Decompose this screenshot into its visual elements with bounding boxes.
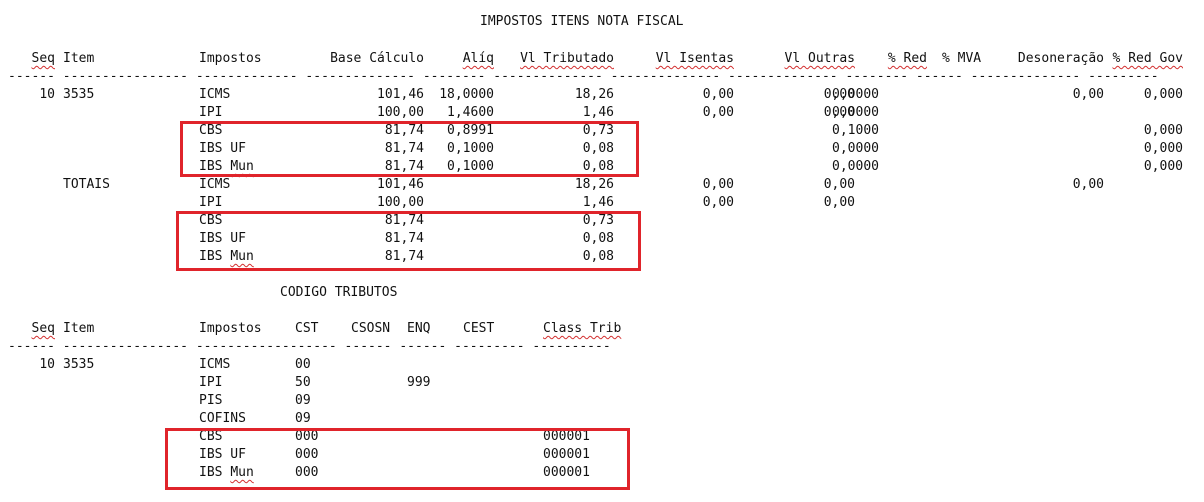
codigo-separator: ------ ---------------- ----------------… xyxy=(8,339,611,354)
header-mva: % MVA xyxy=(942,51,982,66)
cell-red: 0,0000 xyxy=(832,105,879,120)
header-base-calculo: Base Cálculo xyxy=(330,51,424,66)
cell-red-gov: 0,000 xyxy=(1143,123,1183,138)
codigo-cell-cst: 09 xyxy=(295,411,311,426)
cell-item: TOTAIS xyxy=(63,177,110,192)
cell-red: 0,1000 xyxy=(832,123,879,138)
cell-vl-isentas: 0,00 xyxy=(702,87,734,102)
codigo-header-enq: ENQ xyxy=(407,321,431,336)
cell-vl-outras: 0,00 xyxy=(823,177,855,192)
report-separator: ------ ---------------- ------------- --… xyxy=(8,69,1159,84)
codigo-cell-imposto: COFINS xyxy=(199,411,246,426)
codigo-cell-cst: 00 xyxy=(295,357,311,372)
cell-aliq: 1,4600 xyxy=(447,105,494,120)
cell-red: 0,0000 xyxy=(832,159,879,174)
cell-base-calculo: 100,00 xyxy=(377,105,424,120)
cell-item: 3535 xyxy=(63,87,95,102)
cell-vl-tributado: 1,46 xyxy=(582,105,614,120)
cell-red-gov: 0,000 xyxy=(1143,141,1183,156)
cell-vl-isentas: 0,00 xyxy=(702,195,734,210)
cell-red-gov: 0,000 xyxy=(1143,159,1183,174)
cell-vl-outras: 0,00 xyxy=(823,195,855,210)
cell-desoneracao: 0,00 xyxy=(1072,87,1104,102)
cell-desoneracao: 0,00 xyxy=(1072,177,1104,192)
cell-red: 0,0000 xyxy=(832,87,879,102)
cell-aliq: 18,0000 xyxy=(439,87,494,102)
cell-base-calculo: 101,46 xyxy=(377,177,424,192)
header-aliq: Alíq xyxy=(462,51,494,66)
codigo-cell-imposto: ICMS xyxy=(199,357,231,372)
report-title: IMPOSTOS ITENS NOTA FISCAL xyxy=(480,14,684,29)
codigo-cell-cst: 09 xyxy=(295,393,311,408)
codigo-cell-enq: 999 xyxy=(407,375,431,390)
highlight-box xyxy=(165,428,630,490)
codigo-header-class-trib: Class Trib xyxy=(543,321,622,336)
codigo-header-seq: Seq xyxy=(31,321,55,336)
header-item: Item xyxy=(63,51,95,66)
header-vl-isentas: Vl Isentas xyxy=(655,51,734,66)
header-vl-tributado: Vl Tributado xyxy=(520,51,614,66)
header-impostos: Impostos xyxy=(199,51,262,66)
codigo-cell-item: 3535 xyxy=(63,357,95,372)
cell-vl-tributado: 1,46 xyxy=(582,195,614,210)
cell-seq: 10 xyxy=(39,87,55,102)
cell-imposto: ICMS xyxy=(199,177,231,192)
cell-base-calculo: 100,00 xyxy=(377,195,424,210)
codigo-header-cst: CST xyxy=(295,321,319,336)
header-red: % Red xyxy=(887,51,927,66)
cell-vl-isentas: 0,00 xyxy=(702,177,734,192)
header-vl-outras: Vl Outras xyxy=(784,51,855,66)
codigo-cell-seq: 10 xyxy=(39,357,55,372)
header-desoneracao: Desoneração xyxy=(1017,51,1104,66)
cell-imposto: ICMS xyxy=(199,87,231,102)
cell-vl-tributado: 18,26 xyxy=(574,177,614,192)
codigo-header-item: Item xyxy=(63,321,95,336)
codigo-cell-imposto: IPI xyxy=(199,375,223,390)
codigo-cell-cst: 50 xyxy=(295,375,311,390)
cell-red: 0,0000 xyxy=(832,141,879,156)
cell-red-gov: 0,000 xyxy=(1143,87,1183,102)
highlight-box xyxy=(176,211,641,271)
codigo-cell-imposto: PIS xyxy=(199,393,223,408)
codigo-title: CODIGO TRIBUTOS xyxy=(280,285,398,300)
cell-imposto: IPI xyxy=(199,105,223,120)
codigo-header-csosn: CSOSN xyxy=(351,321,391,336)
cell-vl-isentas: 0,00 xyxy=(702,105,734,120)
cell-base-calculo: 101,46 xyxy=(377,87,424,102)
codigo-header-cest: CEST xyxy=(463,321,495,336)
codigo-header-impostos: Impostos xyxy=(199,321,262,336)
header-red-gov: % Red Gov xyxy=(1112,51,1183,66)
cell-imposto: IPI xyxy=(199,195,223,210)
cell-vl-tributado: 18,26 xyxy=(574,87,614,102)
highlight-box xyxy=(180,121,639,177)
header-seq: Seq xyxy=(31,51,55,66)
